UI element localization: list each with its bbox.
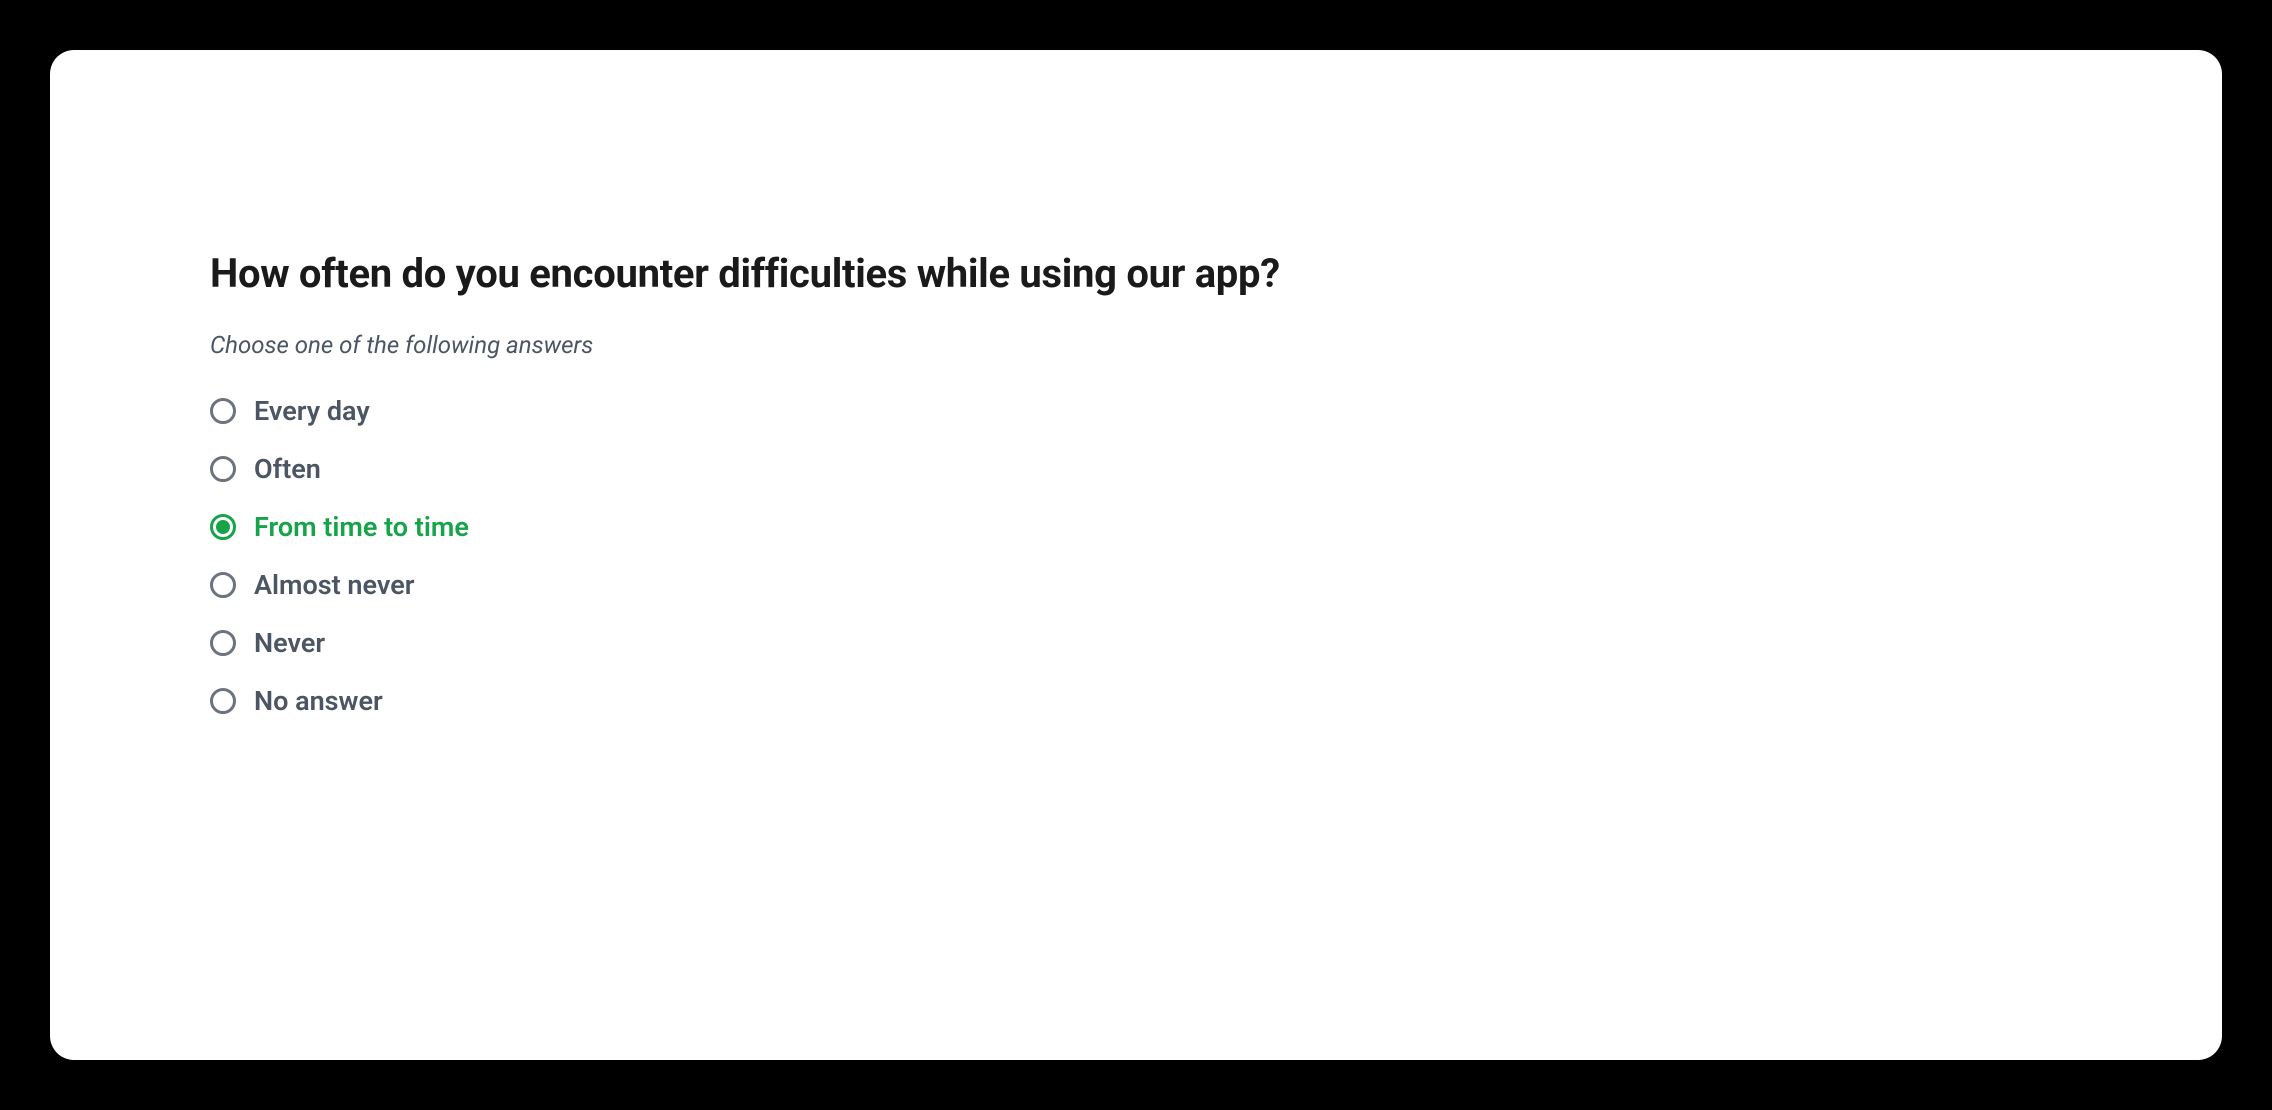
survey-card: How often do you encounter difficulties … xyxy=(50,50,2222,1060)
option-label: Every day xyxy=(254,395,370,427)
radio-icon xyxy=(210,572,236,598)
option-never[interactable]: Never xyxy=(210,627,2062,659)
option-every-day[interactable]: Every day xyxy=(210,395,2062,427)
option-label: Almost never xyxy=(254,569,414,601)
radio-icon-selected xyxy=(210,514,236,540)
options-group: Every day Often From time to time Almost… xyxy=(210,395,2062,717)
radio-icon xyxy=(210,398,236,424)
option-often[interactable]: Often xyxy=(210,453,2062,485)
radio-icon xyxy=(210,630,236,656)
option-label: Often xyxy=(254,453,321,485)
option-from-time-to-time[interactable]: From time to time xyxy=(210,511,2062,543)
question-instruction: Choose one of the following answers xyxy=(210,331,2062,359)
option-no-answer[interactable]: No answer xyxy=(210,685,2062,717)
option-label: No answer xyxy=(254,685,383,717)
radio-icon xyxy=(210,456,236,482)
option-label: Never xyxy=(254,627,325,659)
option-almost-never[interactable]: Almost never xyxy=(210,569,2062,601)
radio-icon xyxy=(210,688,236,714)
option-label: From time to time xyxy=(254,511,469,543)
question-title: How often do you encounter difficulties … xyxy=(210,250,2062,297)
